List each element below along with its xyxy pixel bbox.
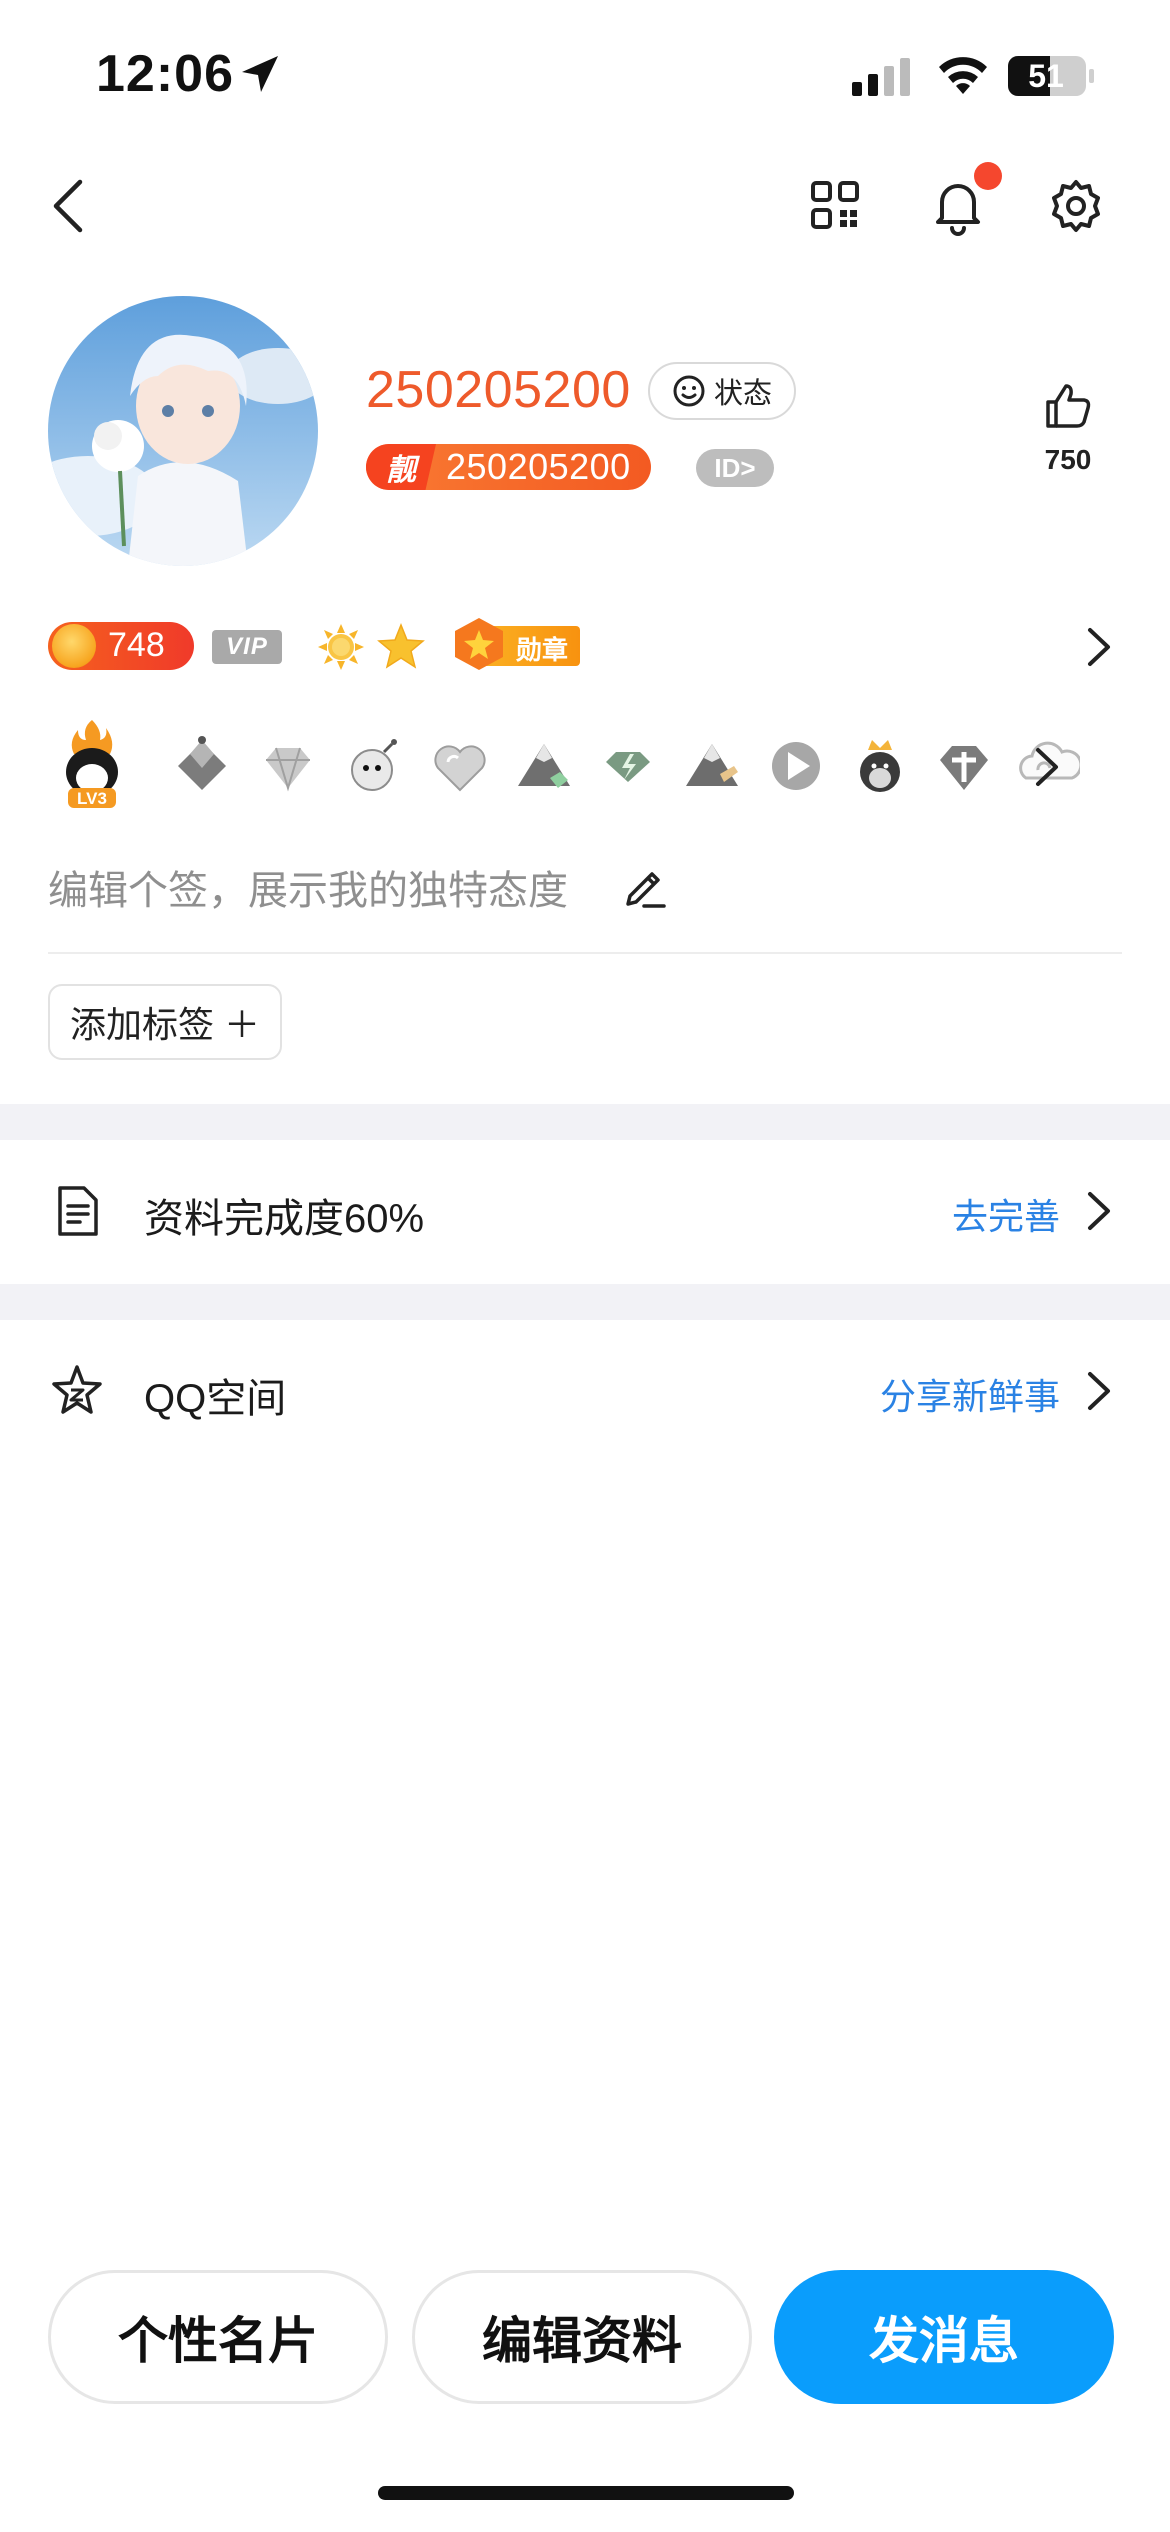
section-gap	[0, 1284, 1170, 1320]
id-tag-label: ID>	[714, 452, 756, 483]
signature-divider	[48, 952, 1122, 954]
profile-completion-row[interactable]: 资料完成度60% 去完善	[0, 1140, 1170, 1284]
chevron-right-icon	[1088, 1192, 1110, 1230]
document-icon	[58, 1186, 98, 1236]
back-chevron-icon[interactable]	[46, 176, 90, 236]
profile-completion-label: 资料完成度60%	[144, 1197, 425, 1241]
status-label: 状态	[714, 378, 773, 410]
green-gem-icon[interactable]	[596, 716, 660, 816]
mountain-gem-icon[interactable]	[512, 716, 576, 816]
pretty-id-badge[interactable]: 靓 250205200	[366, 444, 651, 490]
vip-badge[interactable]: VIP	[212, 630, 282, 664]
cellular-signal-icon	[852, 58, 910, 96]
qzone-label: QQ空间	[144, 1377, 287, 1421]
id-detail-tag[interactable]: ID>	[696, 449, 774, 487]
medal-label: 勋章	[516, 635, 569, 665]
medal-hexagon-icon	[455, 618, 503, 670]
privilege-icon-row[interactable]: LV3	[60, 716, 1120, 816]
battery-level: 51	[1028, 58, 1064, 94]
add-tag-button[interactable]: 添加标签 ＋	[48, 984, 282, 1060]
pretty-id-prefix: 靓	[366, 444, 436, 490]
send-message-button[interactable]: 发消息	[774, 2270, 1114, 2404]
signature-placeholder[interactable]: 编辑个签，展示我的独特态度	[48, 858, 568, 916]
diamond-icon[interactable]	[256, 716, 320, 816]
penguin-level-icon[interactable]: LV3	[60, 716, 124, 816]
profile-nickname[interactable]: 250205200	[366, 360, 631, 420]
wifi-icon	[939, 57, 987, 94]
settings-gear-icon[interactable]	[1048, 178, 1104, 234]
complete-profile-link[interactable]: 去完善	[952, 1188, 1060, 1240]
smile-icon	[673, 375, 705, 407]
crown-penguin-icon[interactable]	[848, 716, 912, 816]
section-gap	[0, 1104, 1170, 1140]
pretty-id-number: 250205200	[446, 446, 631, 487]
medal-badge[interactable]: 勋章	[452, 616, 582, 672]
coin-badge[interactable]: 748	[48, 622, 194, 670]
qzone-row[interactable]: QQ空间 分享新鲜事	[0, 1320, 1170, 1464]
chevron-right-icon	[1088, 1372, 1110, 1410]
like-count: 750	[1044, 444, 1092, 475]
status-button[interactable]: 状态	[648, 362, 796, 420]
notification-badge-dot	[974, 162, 1002, 190]
profile-avatar[interactable]	[48, 296, 318, 566]
edit-profile-button[interactable]: 编辑资料	[412, 2270, 752, 2404]
sun-level-icon	[318, 624, 364, 670]
personal-card-button[interactable]: 个性名片	[48, 2270, 388, 2404]
badge-row[interactable]: 748 VIP 勋章	[48, 616, 1128, 678]
location-arrow-icon	[242, 56, 278, 92]
privilege-row-chevron-icon[interactable]	[1032, 744, 1062, 790]
qr-code-icon[interactable]	[810, 180, 860, 230]
qzone-star-icon	[52, 1365, 102, 1414]
heart-icon[interactable]	[428, 716, 492, 816]
coin-icon	[52, 624, 96, 668]
diamond-cross-icon[interactable]	[932, 716, 996, 816]
status-bar: 12:06 51	[0, 0, 1170, 150]
home-indicator[interactable]	[378, 2486, 794, 2500]
share-news-link[interactable]: 分享新鲜事	[880, 1368, 1060, 1420]
gray-crown-icon[interactable]	[170, 716, 234, 816]
bomb-face-icon[interactable]	[342, 716, 406, 816]
star-level-icon	[377, 622, 425, 669]
edit-pen-icon[interactable]	[622, 864, 666, 908]
thumbs-up-icon[interactable]	[1042, 380, 1094, 432]
play-icon[interactable]	[764, 716, 828, 816]
badges-chevron-icon[interactable]	[1084, 624, 1114, 670]
mountain-pencil-icon[interactable]	[680, 716, 744, 816]
level-label: LV3	[77, 789, 107, 808]
status-time: 12:06	[96, 45, 234, 103]
coin-count: 748	[108, 626, 165, 664]
